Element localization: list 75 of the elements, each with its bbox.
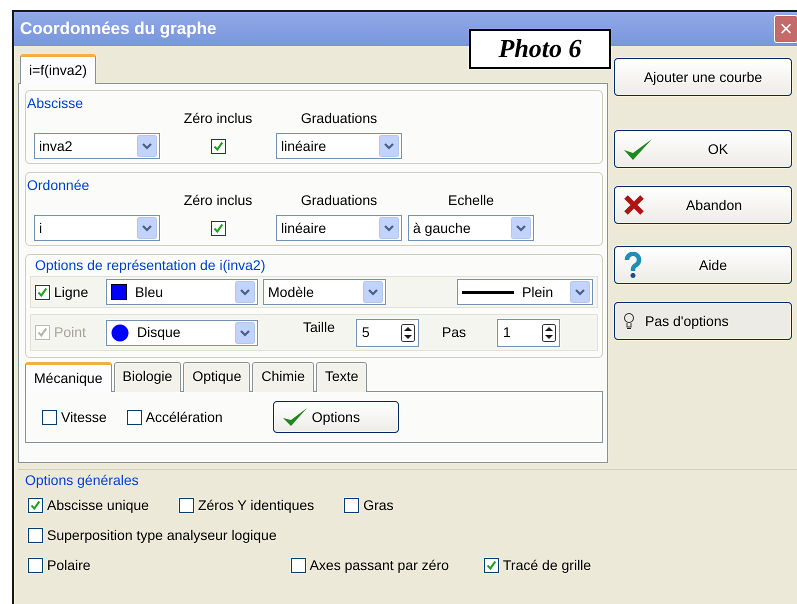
group-label: Options de représentation de i(inva2) (34, 257, 266, 273)
checkbox[interactable] (28, 498, 43, 513)
chevron-down-icon (511, 217, 531, 239)
dropdown[interactable]: linéaire (276, 133, 402, 159)
question-mark-icon (623, 252, 643, 278)
tab[interactable]: Biologie (114, 362, 182, 392)
caption-label: Photo 6 (469, 29, 611, 69)
column-label: Zéro inclus (182, 109, 254, 128)
dropdown[interactable]: Modèle (263, 279, 386, 305)
add-curve-button[interactable]: Ajouter une courbe (614, 58, 792, 96)
checkbox[interactable] (42, 410, 57, 424)
tab[interactable]: i=f(inva2) (20, 54, 96, 84)
tab[interactable]: Texte (316, 362, 368, 392)
checkbox-label: Abscisse unique (47, 496, 149, 515)
line-style-dropdown[interactable]: Plein (457, 279, 593, 305)
checkbox-label: Polaire (47, 556, 91, 575)
checkmark-icon (282, 406, 308, 428)
window-title: Coordonnées du graphe (20, 18, 216, 40)
checkbox-label: Point (54, 323, 86, 342)
checkbox[interactable] (28, 528, 43, 543)
dialog-button[interactable]: Aide (614, 246, 792, 284)
chevron-down-icon (137, 217, 157, 239)
column-label: Zéro inclus (182, 191, 254, 210)
lightbulb-icon (623, 312, 635, 330)
dialog-button[interactable]: OK (614, 130, 792, 168)
checkbox[interactable] (484, 558, 499, 573)
dropdown[interactable]: linéaire (276, 215, 402, 241)
cross-icon (623, 194, 645, 216)
spinner-icon[interactable] (542, 324, 556, 342)
checkbox-label: Ligne (54, 282, 88, 302)
dialog-button[interactable]: Pas d'options (614, 302, 792, 340)
checkbox-label: Axes passant par zéro (310, 556, 449, 575)
tab[interactable]: Chimie (252, 362, 314, 392)
chevron-down-icon (235, 322, 255, 344)
checkbox[interactable] (126, 410, 142, 424)
checkbox[interactable] (290, 558, 306, 573)
checkbox-label: Vitesse (61, 408, 107, 426)
disc-icon (111, 324, 129, 342)
options-button[interactable]: Options (272, 401, 399, 433)
dropdown[interactable]: i (34, 215, 160, 241)
dropdown[interactable]: inva2 (34, 133, 160, 159)
checkbox[interactable] (35, 284, 50, 300)
dialog-button[interactable]: Abandon (614, 186, 792, 224)
checkbox-label: Accélération (146, 408, 223, 426)
spinner-icon[interactable] (400, 324, 415, 342)
chevron-down-icon (235, 281, 255, 303)
checkbox-label: Gras (363, 496, 394, 515)
solid-line-icon (462, 290, 514, 294)
tab[interactable]: Mécanique (25, 362, 112, 392)
chevron-down-icon (379, 135, 399, 157)
column-label: Graduations (300, 109, 378, 128)
checkbox[interactable] (210, 138, 226, 154)
checkbox[interactable] (178, 498, 194, 513)
group-label: Options générales (24, 472, 140, 488)
dropdown[interactable]: à gauche (408, 215, 534, 241)
checkbox[interactable] (344, 498, 360, 513)
group-label: Ordonnée (26, 177, 90, 193)
checkbox-label: Tracé de grille (502, 556, 592, 575)
chevron-down-icon (570, 281, 590, 303)
chevron-down-icon (137, 135, 157, 157)
column-label: Echelle (447, 191, 495, 210)
field-label: Taille (303, 318, 335, 337)
close-button[interactable]: × (774, 15, 797, 43)
checkbox[interactable] (28, 558, 43, 573)
tab[interactable]: Optique (183, 362, 250, 392)
checkbox[interactable] (210, 220, 226, 236)
group-label: Abscisse (26, 95, 84, 111)
checkbox-label: Zéros Y identiques (198, 496, 314, 515)
column-label: Graduations (300, 191, 378, 210)
checkmark-icon (623, 137, 653, 161)
field-label: Pas (442, 323, 466, 342)
checkbox-label: Superposition type analyseur logique (47, 526, 277, 545)
chevron-down-icon (379, 217, 399, 239)
chevron-down-icon (363, 281, 383, 303)
color-dropdown[interactable]: Bleu (106, 279, 258, 305)
